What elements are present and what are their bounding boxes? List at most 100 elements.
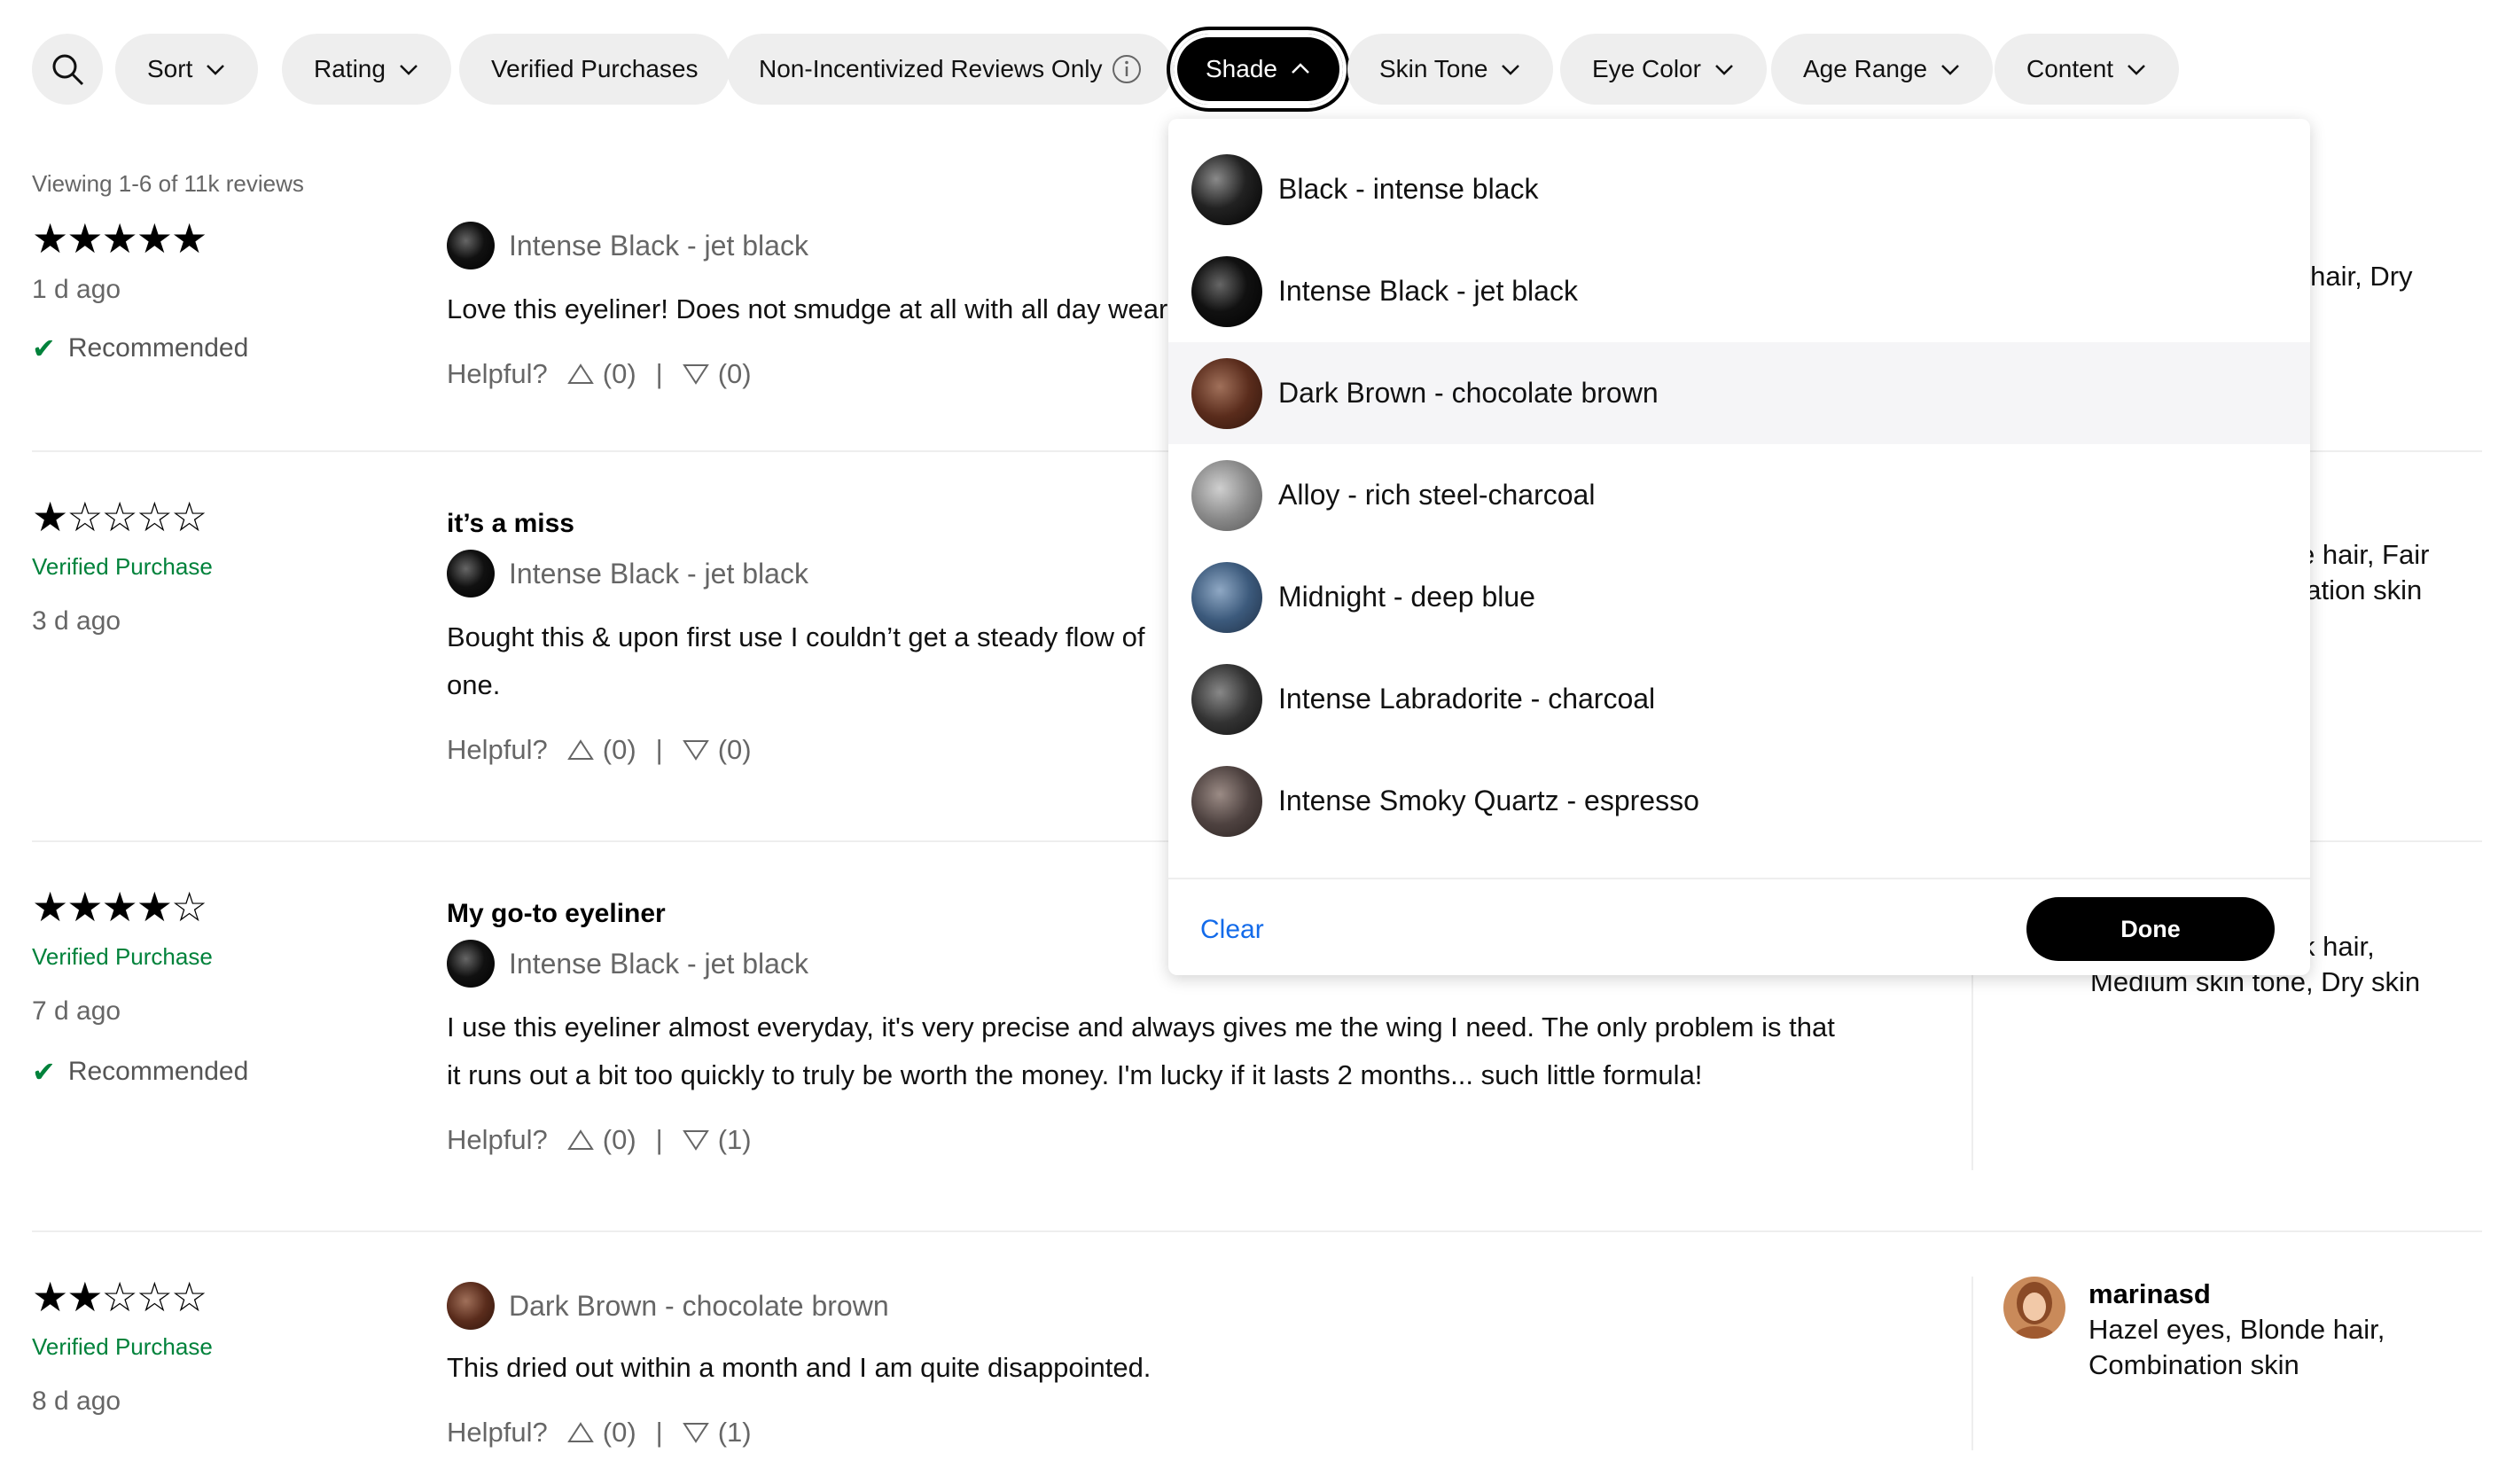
- chevron-down-icon: [400, 65, 418, 75]
- reviewer-name[interactable]: marinasd: [2088, 1278, 2211, 1310]
- thumb-down-triangle-icon: [682, 1423, 709, 1443]
- shade-option-label: Alloy - rich steel-charcoal: [1278, 479, 1596, 511]
- helpful-row: Helpful? (0) | (0): [447, 358, 752, 390]
- rating-label: Rating: [314, 55, 386, 82]
- eye-color-filter-button[interactable]: Eye Color: [1560, 34, 1767, 105]
- content-filter-button[interactable]: Content: [1995, 34, 2180, 105]
- shade-swatch: [1191, 765, 1262, 837]
- shade-option[interactable]: Intense Smoky Quartz - espresso: [1168, 750, 2310, 852]
- shade-option-label: Intense Smoky Quartz - espresso: [1278, 785, 1699, 816]
- vote-separator: |: [655, 1124, 663, 1155]
- divider: [32, 1230, 2482, 1232]
- helpful-row: Helpful? (0) | (1): [447, 1417, 752, 1449]
- downvote-button[interactable]: (0): [682, 358, 752, 390]
- recommended-label: Recommended: [67, 333, 249, 363]
- star-rating: ★★★★☆: [32, 884, 207, 930]
- age-range-filter-button[interactable]: Age Range: [1771, 34, 1994, 105]
- vote-separator: |: [655, 358, 663, 389]
- shade-swatch: [1191, 153, 1262, 225]
- review-date: 1 d ago: [32, 275, 121, 304]
- verified-purchases-label: Verified Purchases: [491, 55, 699, 82]
- non-incentivized-filter[interactable]: Non-Incentivized Reviews Only: [727, 34, 1174, 105]
- helpful-row: Helpful? (0) | (0): [447, 734, 752, 766]
- shade-filter-button[interactable]: Shade: [1167, 27, 1350, 112]
- review-shade: Dark Brown - chocolate brown: [447, 1282, 889, 1330]
- shade-option[interactable]: Alloy - rich steel-charcoal: [1168, 444, 2310, 546]
- shade-swatch: [1191, 357, 1262, 429]
- skin-tone-filter-button[interactable]: Skin Tone: [1347, 34, 1554, 105]
- shade-option[interactable]: Intense Black - jet black: [1168, 240, 2310, 342]
- chevron-down-icon: [1941, 65, 1959, 75]
- upvote-button[interactable]: (0): [566, 358, 636, 390]
- helpful-label: Helpful?: [447, 734, 548, 765]
- shade-swatch: [447, 940, 495, 988]
- review-shade: Intense Black - jet black: [447, 550, 808, 598]
- downvote-button[interactable]: (0): [682, 734, 752, 766]
- age-range-label: Age Range: [1803, 55, 1928, 82]
- clear-button[interactable]: Clear: [1200, 915, 1264, 945]
- helpful-label: Helpful?: [447, 358, 548, 389]
- star-rating: ★★★★★: [32, 215, 207, 262]
- user-description: k hair,: [2301, 931, 2375, 962]
- shade-swatch: [1191, 459, 1262, 531]
- column-divider: [1971, 1277, 1973, 1450]
- rating-filter-button[interactable]: Rating: [282, 34, 451, 105]
- verified-purchases-filter[interactable]: Verified Purchases: [459, 34, 730, 105]
- user-description-continued: nation skin: [2291, 574, 2423, 605]
- upvote-button[interactable]: (0): [566, 734, 636, 766]
- shade-option-label: Intense Labradorite - charcoal: [1278, 683, 1656, 715]
- thumb-up-triangle-icon: [566, 1422, 594, 1442]
- upvote-count: (0): [602, 358, 636, 389]
- thumb-up-triangle-icon: [566, 1129, 594, 1150]
- chevron-down-icon: [207, 65, 225, 75]
- thumb-down-triangle-icon: [682, 740, 709, 761]
- info-icon[interactable]: [1112, 54, 1142, 84]
- upvote-button[interactable]: (0): [566, 1124, 636, 1156]
- shade-option[interactable]: Midnight - deep blue: [1168, 546, 2310, 648]
- downvote-count: (1): [717, 1417, 752, 1448]
- search-icon: [52, 54, 84, 86]
- chevron-down-icon: [1715, 65, 1733, 75]
- shade-swatch: [1191, 255, 1262, 327]
- reviewer-description: Hazel eyes, Blonde hair, Combination ski…: [2088, 1314, 2385, 1380]
- dropdown-divider: [1168, 878, 2310, 879]
- shade-option[interactable]: Black - intense black: [1168, 138, 2310, 240]
- recommended-badge: ✔ Recommended: [32, 332, 248, 365]
- star-rating: ★★☆☆☆: [32, 1274, 207, 1320]
- user-description: e hair, Fair: [2299, 539, 2430, 570]
- search-button[interactable]: [32, 34, 103, 105]
- vote-separator: |: [655, 1417, 663, 1448]
- upvote-count: (0): [602, 1417, 636, 1448]
- sort-filter-button[interactable]: Sort: [115, 34, 259, 105]
- review-text: This dried out within a month and I am q…: [447, 1352, 1152, 1383]
- avatar[interactable]: [2003, 1277, 2065, 1339]
- shade-option[interactable]: Intense Labradorite - charcoal: [1168, 648, 2310, 750]
- helpful-label: Helpful?: [447, 1124, 548, 1155]
- skin-tone-label: Skin Tone: [1379, 55, 1488, 82]
- downvote-button[interactable]: (1): [682, 1417, 752, 1449]
- shade-option-label: Midnight - deep blue: [1278, 581, 1535, 613]
- verified-purchase-badge: Verified Purchase: [32, 943, 213, 970]
- shade-swatch: [1191, 561, 1262, 633]
- upvote-count: (0): [602, 734, 636, 765]
- shade-option-label: Intense Black - jet black: [1278, 275, 1578, 307]
- recommended-badge: ✔ Recommended: [32, 1055, 248, 1089]
- upvote-button[interactable]: (0): [566, 1417, 636, 1449]
- thumb-up-triangle-icon: [566, 363, 594, 384]
- shade-option[interactable]: Dark Brown - chocolate brown: [1168, 342, 2310, 444]
- downvote-count: (0): [717, 358, 752, 389]
- shade-label: Shade: [1206, 55, 1277, 82]
- shade-swatch: [447, 1282, 495, 1330]
- verified-purchase-badge: Verified Purchase: [32, 1333, 213, 1360]
- vote-separator: |: [655, 734, 663, 765]
- filter-bar: Sort Rating Verified Purchases Non-Incen…: [32, 27, 2496, 112]
- check-icon: ✔: [32, 1056, 56, 1088]
- thumb-down-triangle-icon: [682, 364, 709, 385]
- chevron-up-icon: [1292, 63, 1309, 74]
- helpful-label: Helpful?: [447, 1417, 548, 1448]
- downvote-count: (1): [717, 1124, 752, 1155]
- downvote-button[interactable]: (1): [682, 1124, 752, 1156]
- done-button[interactable]: Done: [2026, 897, 2275, 961]
- shade-name: Dark Brown - chocolate brown: [509, 1289, 889, 1322]
- helpful-row: Helpful? (0) | (1): [447, 1124, 752, 1156]
